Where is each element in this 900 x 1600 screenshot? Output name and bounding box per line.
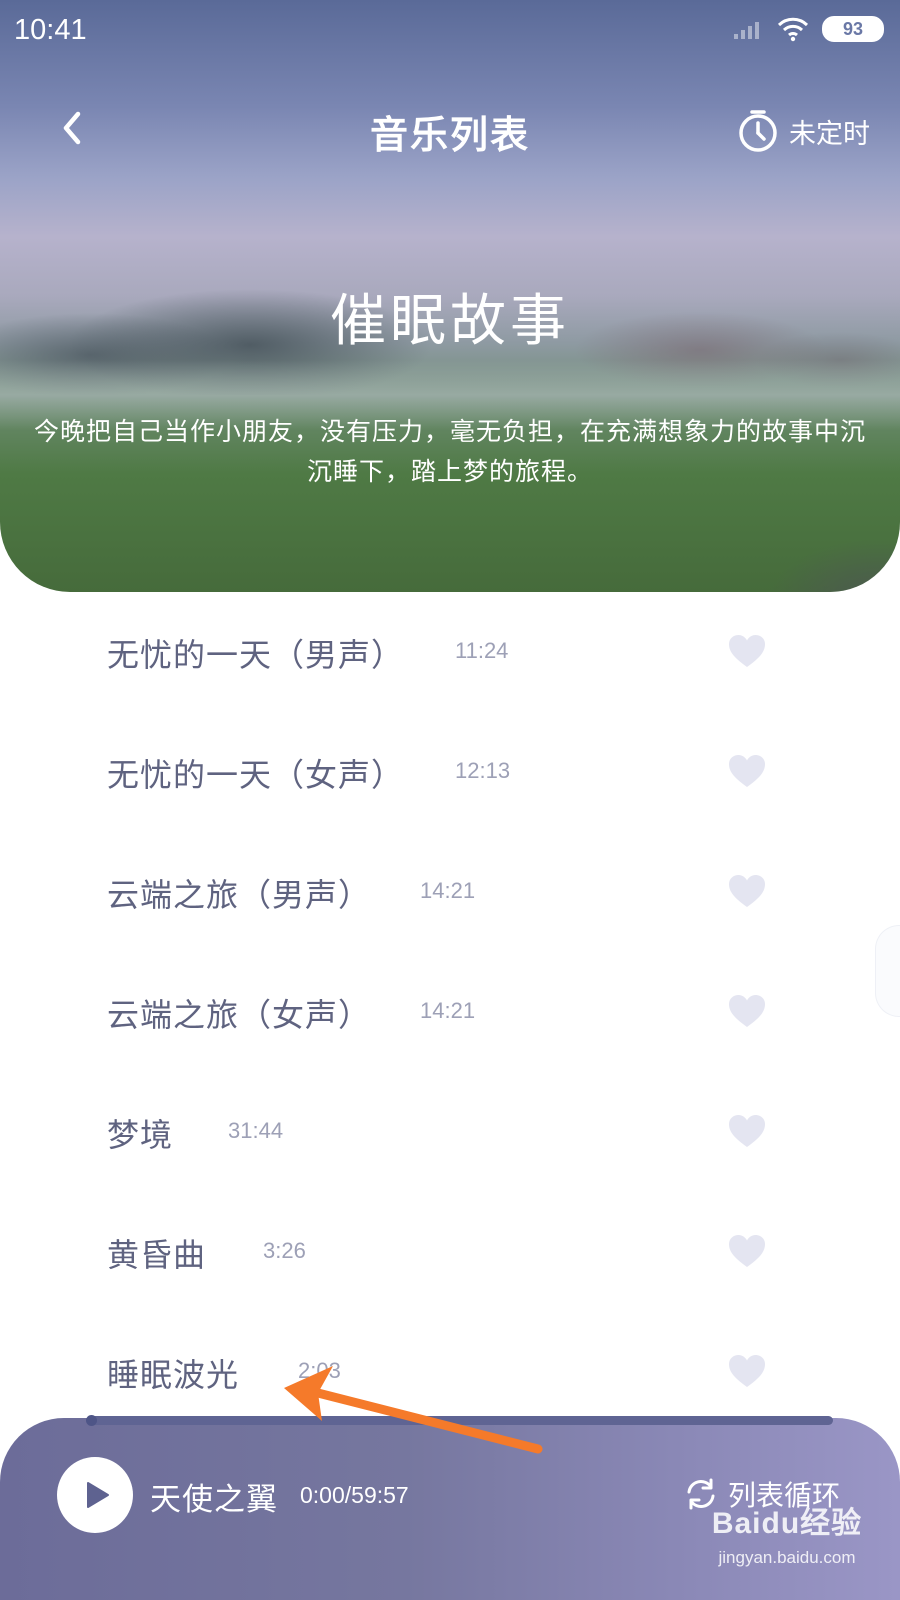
timer-icon [739, 110, 777, 152]
track-name: 云端之旅（女声） [107, 996, 372, 1034]
signal-icon [734, 22, 759, 39]
track-list: 无忧的一天（男声） 11:24 无忧的一天（女声） 12:13 云端之旅（男声）… [0, 592, 900, 1432]
track-duration: 12:13 [455, 758, 511, 783]
album-description: 今晚把自己当作小朋友，没有压力，毫无负担，在充满想象力的故事中沉沉睡下，踏上梦的… [33, 417, 866, 486]
status-icons: 93 [732, 16, 884, 42]
track-duration: 14:21 [420, 998, 476, 1023]
track-item[interactable]: 无忧的一天（女声） 12:13 [0, 712, 900, 832]
heart-icon[interactable] [728, 634, 766, 668]
track-name: 无忧的一天（女声） [107, 756, 405, 794]
status-time: 10:41 [14, 14, 87, 46]
play-button[interactable] [57, 1457, 133, 1533]
track-item[interactable]: 云端之旅（女声） 14:21 [0, 952, 900, 1072]
progress-knob[interactable] [86, 1415, 97, 1426]
timer-button[interactable]: 未定时 [737, 108, 870, 154]
baidu-watermark: Baidu经验 jingyan.baidu.com [702, 1498, 872, 1578]
heart-icon[interactable] [728, 994, 766, 1028]
track-item[interactable]: 黄昏曲 3:26 [0, 1192, 900, 1312]
album-title: 催眠故事 [330, 289, 570, 354]
play-icon [86, 1482, 109, 1508]
track-duration: 14:21 [420, 878, 476, 903]
watermark-url: jingyan.baidu.com [718, 1548, 856, 1567]
heart-icon[interactable] [728, 1114, 766, 1148]
road [730, 492, 900, 592]
track-item[interactable]: 睡眠波光 2:03 [0, 1312, 900, 1432]
track-name: 梦境 [107, 1116, 174, 1154]
now-playing-time: 0:00/59:57 [300, 1482, 409, 1508]
progress-bar[interactable] [88, 1416, 833, 1425]
wifi-icon [777, 17, 809, 42]
track-name: 无忧的一天（男声） [107, 636, 405, 674]
heart-icon[interactable] [728, 754, 766, 788]
battery-indicator: 93 [822, 16, 884, 42]
watermark-logo: Baidu经验 [711, 1507, 863, 1540]
now-playing-title: 天使之翼 [150, 1482, 278, 1518]
track-duration: 31:44 [228, 1118, 284, 1143]
heart-icon[interactable] [728, 1354, 766, 1388]
track-name: 睡眠波光 [107, 1356, 240, 1394]
timer-label: 未定时 [789, 118, 870, 150]
track-item[interactable]: 梦境 31:44 [0, 1072, 900, 1192]
track-duration: 11:24 [455, 638, 509, 663]
track-duration: 3:26 [263, 1238, 306, 1263]
track-name: 云端之旅（男声） [107, 876, 372, 914]
heart-icon[interactable] [728, 874, 766, 908]
heart-icon[interactable] [728, 1234, 766, 1268]
track-item[interactable]: 云端之旅（男声） 14:21 [0, 832, 900, 952]
track-duration: 2:03 [298, 1358, 341, 1383]
track-item[interactable]: 无忧的一天（男声） 11:24 [0, 592, 900, 712]
side-drawer-handle[interactable] [875, 925, 900, 1017]
track-name: 黄昏曲 [107, 1236, 207, 1274]
